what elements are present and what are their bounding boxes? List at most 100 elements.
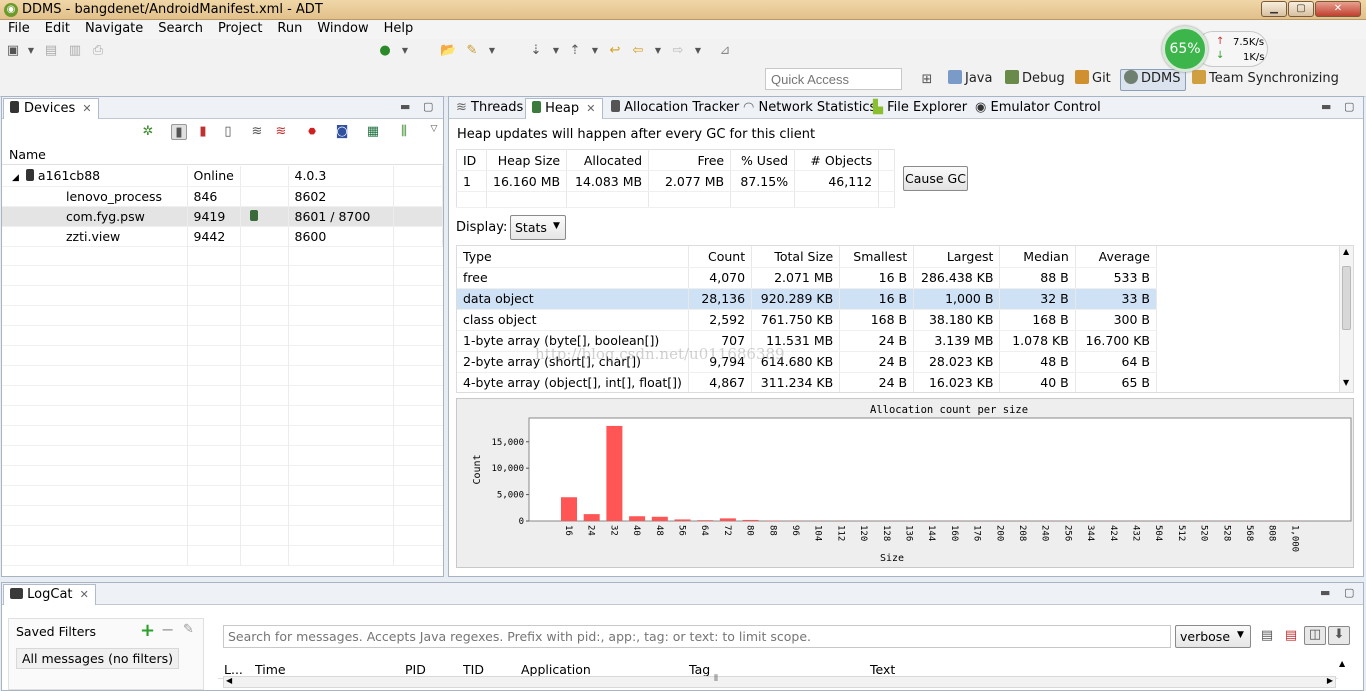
scroll-lock-icon[interactable]: ⬇: [1328, 626, 1350, 645]
minimize-icon[interactable]: ▬: [1321, 100, 1331, 113]
update-heap-icon[interactable]: ▮: [171, 124, 187, 140]
save-all-icon[interactable]: ▥: [67, 43, 83, 59]
tab-devices[interactable]: Devices ✕: [3, 98, 99, 119]
back-dropdown-icon[interactable]: ▼: [650, 43, 666, 59]
menu-file[interactable]: File: [0, 20, 37, 36]
stats-header[interactable]: Median: [999, 246, 1076, 268]
pen-icon[interactable]: ✎: [464, 43, 480, 59]
scroll-thumb[interactable]: [1342, 266, 1351, 330]
menu-search[interactable]: Search: [150, 20, 210, 36]
menu-window[interactable]: Window: [309, 20, 375, 36]
remove-filter-icon[interactable]: −: [161, 620, 174, 639]
open-folder-icon[interactable]: 📂: [440, 43, 456, 59]
display-select[interactable]: Stats ▼: [510, 215, 566, 240]
dump-view-hierarchy-icon[interactable]: ⫼: [396, 124, 412, 140]
perspective-java[interactable]: Java: [948, 70, 992, 86]
tab-threads[interactable]: ≋ Threads: [450, 98, 529, 119]
maximize-icon[interactable]: ▢: [1344, 100, 1354, 113]
close-tab-icon[interactable]: ✕: [586, 102, 595, 115]
last-edit-icon[interactable]: ↩: [607, 43, 623, 59]
run-icon[interactable]: ●: [377, 43, 393, 59]
method-profiling-icon[interactable]: ≋: [273, 124, 289, 140]
tab-file-explorer[interactable]: ▙ File Explorer: [867, 98, 973, 119]
minimize-icon[interactable]: ▬: [400, 100, 410, 113]
tab-network-statistics[interactable]: ◠ Network Statistics: [737, 98, 882, 119]
cause-gc-button[interactable]: Cause GC: [903, 166, 968, 191]
scroll-left-icon[interactable]: ◀: [226, 676, 232, 685]
perspective-team-sync[interactable]: Team Synchronizing: [1192, 70, 1339, 86]
menu-help[interactable]: Help: [376, 20, 421, 36]
view-menu-icon[interactable]: ▽: [426, 121, 442, 137]
stop-process-icon[interactable]: ⬣: [304, 124, 320, 140]
perspective-ddms[interactable]: DDMS: [1124, 70, 1181, 86]
tab-emulator-control[interactable]: ◉ Emulator Control: [969, 98, 1107, 119]
stats-header[interactable]: Average: [1075, 246, 1158, 268]
back-icon[interactable]: ⇦: [630, 43, 646, 59]
dropdown-arrow-icon[interactable]: ▼: [23, 43, 39, 59]
device-row[interactable]: com.fyg.psw 9419 8601 / 8700: [2, 206, 443, 227]
save-icon[interactable]: ▤: [43, 43, 59, 59]
forward-icon[interactable]: ⇨: [670, 43, 686, 59]
stats-row[interactable]: class object 2,592 761.750 KB 168 B 38.180 K…: [457, 309, 1158, 331]
device-row[interactable]: zzti.view 9442 8600: [2, 226, 443, 247]
collapse-arrow-icon[interactable]: ◢: [12, 173, 19, 183]
stats-header[interactable]: Count: [688, 246, 753, 268]
next-annotation-icon[interactable]: ⇣: [528, 43, 544, 59]
tab-allocation-tracker[interactable]: Allocation Tracker: [605, 98, 745, 119]
stats-header[interactable]: Type: [457, 246, 689, 268]
debug-process-icon[interactable]: ✲: [140, 124, 156, 140]
screen-capture-icon[interactable]: ◙: [334, 124, 350, 140]
add-filter-icon[interactable]: +: [140, 620, 155, 641]
prev-annotation-icon[interactable]: ⇡: [567, 43, 583, 59]
logcat-hscrollbar[interactable]: ◀ ⦀ ▶: [223, 674, 1336, 688]
scroll-right-icon[interactable]: ▶: [1327, 676, 1333, 685]
new-icon[interactable]: ▣: [5, 43, 21, 59]
pin-editor-icon[interactable]: ⊿: [717, 43, 733, 59]
clear-log-icon[interactable]: ▤: [1283, 628, 1299, 644]
minimize-button[interactable]: ▁: [1261, 1, 1287, 17]
maximize-button[interactable]: ▢: [1288, 1, 1314, 17]
stats-row[interactable]: free 4,070 2.071 MB 16 B 286.438 KB 88 B 533 B: [457, 267, 1158, 289]
maximize-icon[interactable]: ▢: [423, 100, 433, 113]
scroll-up-icon[interactable]: ▲: [1343, 247, 1349, 256]
maximize-icon[interactable]: ▢: [1344, 586, 1354, 599]
perspective-git[interactable]: Git: [1075, 70, 1111, 86]
quick-access-input[interactable]: [765, 68, 902, 90]
forward-dropdown-icon[interactable]: ▼: [690, 43, 706, 59]
memory-gauge[interactable]: 65%: [1162, 26, 1208, 72]
pen-dropdown-icon[interactable]: ▼: [484, 43, 500, 59]
menu-edit[interactable]: Edit: [37, 20, 77, 36]
open-perspective-icon[interactable]: ⊞: [919, 72, 935, 88]
edit-filter-icon[interactable]: ✎: [183, 622, 194, 637]
cause-gc-icon[interactable]: ▯: [220, 124, 236, 140]
all-messages-filter[interactable]: All messages (no filters): [16, 648, 180, 669]
scroll-grip-icon[interactable]: ⦀: [714, 674, 718, 684]
print-icon[interactable]: ⎙: [90, 43, 106, 59]
systrace-icon[interactable]: ▦: [365, 124, 381, 140]
menu-run[interactable]: Run: [269, 20, 309, 36]
logcat-search-input[interactable]: [223, 625, 1171, 648]
scroll-down-icon[interactable]: ▼: [1343, 378, 1349, 387]
save-log-icon[interactable]: ▤: [1259, 628, 1275, 644]
log-level-select[interactable]: verbose ▼: [1175, 625, 1251, 648]
device-row[interactable]: ◢ a161cb88 Online 4.0.3: [2, 166, 443, 187]
device-row[interactable]: lenovo_process 846 8602: [2, 186, 443, 207]
stats-scrollbar[interactable]: ▲ ▼: [1339, 246, 1353, 392]
run-dropdown-icon[interactable]: ▼: [397, 43, 413, 59]
minimize-icon[interactable]: ▬: [1320, 586, 1330, 599]
menu-navigate[interactable]: Navigate: [77, 20, 150, 36]
tab-heap[interactable]: Heap ✕: [525, 98, 603, 119]
stats-header[interactable]: Largest: [913, 246, 1001, 268]
next-annotation-dropdown-icon[interactable]: ▼: [548, 43, 564, 59]
prev-annotation-dropdown-icon[interactable]: ▼: [587, 43, 603, 59]
stats-row[interactable]: 4-byte array (object[], int[], float[]) 4…: [457, 372, 1158, 392]
stats-header[interactable]: Smallest: [839, 246, 915, 268]
perspective-debug[interactable]: Debug: [1005, 70, 1065, 86]
menu-project[interactable]: Project: [210, 20, 269, 36]
update-threads-icon[interactable]: ≋: [249, 124, 265, 140]
stats-header[interactable]: Total Size: [751, 246, 841, 268]
close-tab-icon[interactable]: ✕: [82, 102, 91, 115]
stats-row[interactable]: data object 28,136 920.289 KB 16 B 1,000 B 32…: [457, 288, 1158, 310]
tab-logcat[interactable]: LogCat ✕: [3, 584, 96, 605]
close-tab-icon[interactable]: ✕: [80, 588, 89, 601]
